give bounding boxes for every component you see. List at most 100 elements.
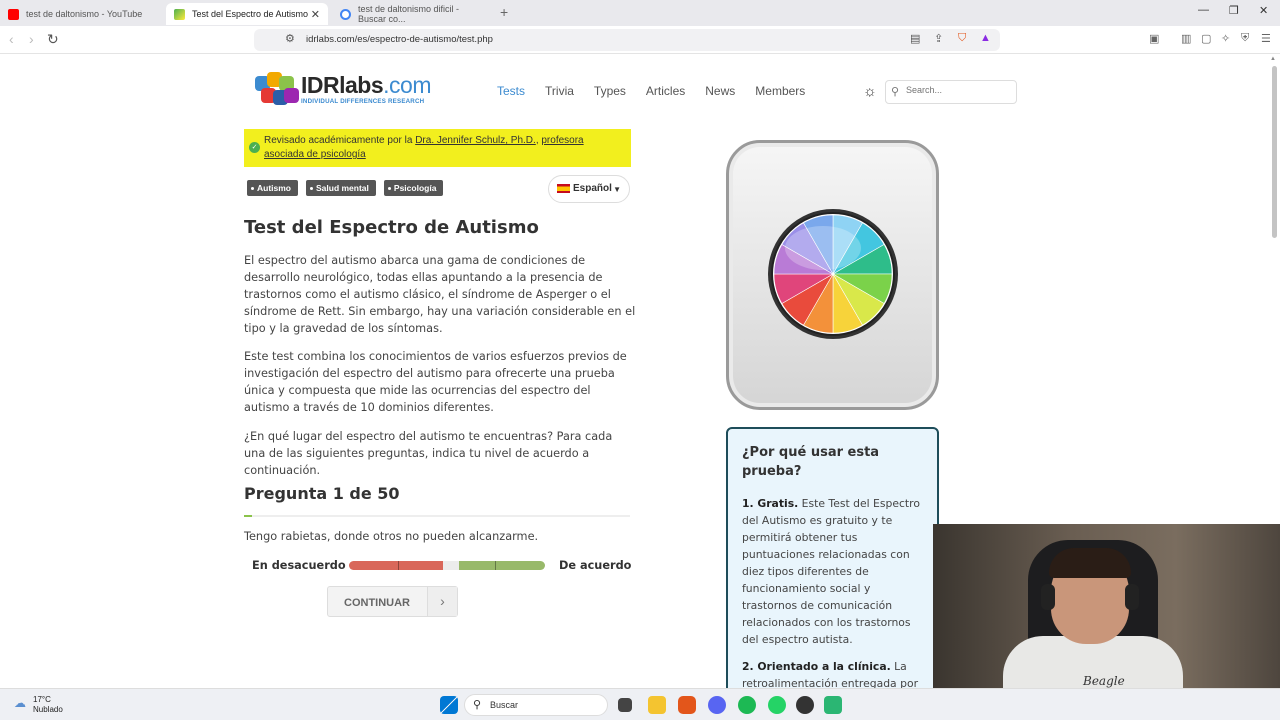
intro-paragraph-2: Este test combina los conocimientos de v… (244, 350, 627, 414)
nav-trivia[interactable]: Trivia (545, 84, 574, 98)
back-icon[interactable]: ‹ (9, 31, 14, 47)
headphones-icon (1041, 584, 1055, 610)
weather-widget[interactable]: ☁ 17°C Nublado (14, 695, 63, 715)
search-input[interactable] (906, 85, 1011, 95)
minimize-icon[interactable]: — (1198, 4, 1209, 16)
browser-toolbar: ‹ › ↻ ⌑ ⚙ idrlabs.com/es/espectro-de-aut… (0, 26, 1280, 54)
tag-salud-mental[interactable]: Salud mental (306, 180, 376, 196)
agree-label: De acuerdo (559, 559, 632, 572)
theme-toggle-sun-icon[interactable]: ☼ (863, 83, 877, 100)
slider-agree-zone[interactable] (458, 561, 545, 570)
shirt-print: Beagle (1083, 674, 1125, 688)
site-info-icon[interactable]: ⚙ (285, 32, 295, 45)
extensions-icon[interactable]: ▣ (1149, 32, 1159, 45)
site-search[interactable]: ⚲ (885, 80, 1017, 104)
chevron-down-icon: ▼ (613, 185, 621, 194)
page-title: Test del Espectro de Autismo (244, 217, 539, 238)
nav-members[interactable]: Members (755, 84, 805, 98)
slider-disagree-zone[interactable] (349, 561, 444, 570)
tag-autismo[interactable]: Autismo (247, 180, 298, 196)
question-progress-bar (244, 515, 630, 517)
search-icon: ⚲ (473, 699, 482, 711)
wallet-icon[interactable]: ▢ (1201, 32, 1211, 45)
tab-title: test de daltonismo - YouTube (26, 9, 143, 19)
progress-fill (244, 515, 252, 517)
reader-mode-icon[interactable]: ▤ (910, 32, 920, 45)
intro-paragraph-1: El espectro del autismo abarca una gama … (244, 254, 636, 335)
nav-articles[interactable]: Articles (646, 84, 685, 98)
tag-psicologia[interactable]: Psicología (383, 180, 444, 196)
vpn-icon[interactable]: ⛨ (1241, 32, 1249, 45)
menu-icon[interactable]: ☰ (1261, 32, 1271, 45)
tab-youtube[interactable]: test de daltonismo - YouTube (0, 3, 164, 25)
youtube-icon (8, 8, 19, 20)
brand-name: IDRlabs (301, 72, 384, 99)
taskbar-search[interactable]: ⚲ Buscar (464, 694, 608, 716)
intro-paragraph-3: ¿En qué lugar del espectro del autismo t… (244, 430, 613, 477)
site-logo[interactable]: IDRlabs.com INDIVIDUAL DIFFERENCES RESEA… (253, 72, 431, 108)
reload-icon[interactable]: ↻ (47, 31, 59, 48)
forward-icon[interactable]: › (29, 31, 34, 47)
why-point-2: 2. Orientado a la clínica. La retroalime… (742, 660, 919, 688)
tab-title: test de daltonismo dificil - Buscar co..… (358, 4, 460, 24)
spotify-icon[interactable] (738, 696, 756, 714)
close-window-icon[interactable]: ✕ (1259, 4, 1268, 17)
windows-taskbar: ☁ 17°C Nublado ⚲ Buscar (0, 688, 1280, 720)
tab-title: Test del Espectro de Autismo (192, 9, 309, 19)
reviewer-link[interactable]: Dra. Jennifer Schulz, Ph.D. (415, 135, 536, 146)
logo-hexagons-icon (253, 72, 299, 108)
why-use-panel: ¿Por qué usar esta prueba? 1. Gratis. Es… (726, 427, 939, 688)
restore-icon[interactable]: ❐ (1229, 4, 1239, 17)
brave-shield-icon[interactable]: ⛉ (958, 32, 966, 45)
academic-review-banner: ✓ Revisado académicamente por la Dra. Je… (244, 129, 631, 167)
whatsapp-icon[interactable] (768, 696, 786, 714)
slider-neutral-zone[interactable] (443, 561, 459, 570)
continue-label: CONTINUAR (344, 597, 410, 609)
review-prefix: Revisado académicamente por la (264, 135, 416, 146)
windows-start-icon[interactable] (440, 696, 458, 714)
sidebar-icon[interactable]: ▥ (1181, 32, 1191, 45)
rewards-icon[interactable]: ▲ (980, 32, 991, 44)
test-hero-image (726, 140, 939, 410)
nav-tests[interactable]: Tests (497, 84, 525, 98)
disagree-label: En desacuerdo (252, 559, 346, 572)
share-icon[interactable]: ⇪ (934, 32, 943, 45)
verified-check-icon: ✓ (249, 142, 260, 153)
google-icon (340, 8, 351, 20)
close-tab-icon[interactable]: ✕ (311, 8, 320, 21)
brave-browser-icon[interactable] (678, 696, 696, 714)
brand-tagline: INDIVIDUAL DIFFERENCES RESEARCH (301, 98, 425, 106)
main-navigation: Tests Trivia Types Articles News Members (497, 84, 825, 98)
cloud-icon: ☁ (14, 696, 26, 710)
question-text: Tengo rabietas, donde otros no pueden al… (244, 530, 539, 543)
language-selector[interactable]: Español ▼ (548, 175, 630, 203)
idrlabs-favicon-icon (174, 8, 185, 20)
why-point-1: 1. Gratis. Este Test del Espectro del Au… (742, 497, 920, 646)
weather-temp: 17°C (33, 695, 51, 704)
why-title: ¿Por qué usar esta prueba? (742, 445, 880, 479)
file-explorer-icon[interactable] (648, 696, 666, 714)
continue-button[interactable]: CONTINUAR › (327, 586, 458, 617)
scroll-up-icon[interactable]: ▲ (1270, 56, 1276, 62)
obs-icon[interactable] (796, 696, 814, 714)
slider-tick (398, 561, 399, 570)
tab-autism-test[interactable]: Test del Espectro de Autismo ✕ (166, 3, 328, 25)
tab-google-search[interactable]: test de daltonismo dificil - Buscar co..… (332, 3, 492, 25)
nav-types[interactable]: Types (594, 84, 626, 98)
new-tab-icon[interactable]: + (500, 4, 508, 20)
address-bar[interactable]: ⚙ idrlabs.com/es/espectro-de-autismo/tes… (254, 29, 1000, 51)
slider-tick (495, 561, 496, 570)
spain-flag-icon (557, 183, 570, 193)
nav-news[interactable]: News (705, 84, 735, 98)
agreement-slider[interactable] (349, 561, 545, 570)
scrollbar-thumb[interactable] (1272, 66, 1277, 238)
browser-tab-bar: test de daltonismo - YouTube Test del Es… (0, 0, 1280, 26)
question-title: Pregunta 1 de 50 (244, 484, 400, 503)
search-icon: ⚲ (891, 86, 900, 98)
audio-app-icon[interactable] (824, 696, 842, 714)
leo-ai-icon[interactable]: ✧ (1221, 32, 1230, 45)
color-wheel-icon (768, 209, 898, 339)
url-text: idrlabs.com/es/espectro-de-autismo/test.… (306, 34, 493, 45)
task-view-icon[interactable] (618, 698, 632, 712)
discord-icon[interactable] (708, 696, 726, 714)
